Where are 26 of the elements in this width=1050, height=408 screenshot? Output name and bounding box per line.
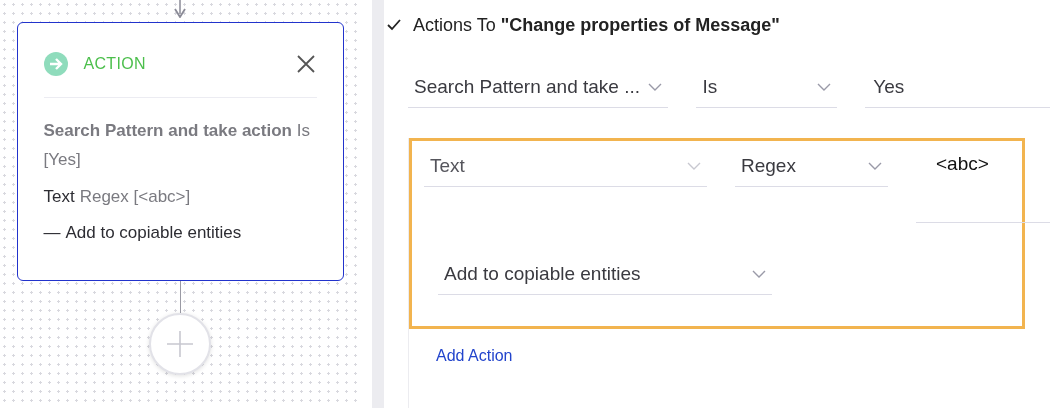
chevron-down-icon — [687, 161, 701, 170]
operator-dropdown[interactable]: Regex — [735, 145, 888, 187]
field-dropdown[interactable]: Search Pattern and take ... — [408, 66, 669, 108]
chevron-down-icon — [868, 161, 882, 170]
value-field[interactable]: Yes — [865, 66, 1050, 108]
action-dropdown[interactable]: Add to copiable entities — [438, 253, 772, 295]
operator-dropdown[interactable]: Is — [696, 66, 838, 108]
chevron-down-icon — [752, 269, 766, 278]
action-text: Add to copiable entities — [65, 222, 242, 244]
chevron-down-icon — [648, 82, 663, 91]
node-type-label: ACTION — [83, 55, 146, 73]
chevron-down-icon — [817, 82, 832, 91]
close-icon — [296, 55, 315, 73]
section-title: Actions To "Change properties of Message" — [413, 14, 780, 36]
condition-text: Regex [<abc>] — [79, 186, 191, 208]
dash-marker: — — [43, 222, 61, 244]
action-card[interactable]: ACTION Search Pattern and take action Is [Yes] Text Regex [<abc>] — Add to copiable entities — [16, 22, 344, 281]
connector-arrow — [174, 0, 186, 18]
add-node-button[interactable] — [149, 313, 211, 375]
plus-icon — [167, 331, 193, 357]
add-action-link[interactable]: Add Action — [436, 347, 513, 365]
arrow-circle-icon — [43, 52, 68, 76]
value-field[interactable]: <abc> — [916, 145, 1050, 223]
condition-summary: Search Pattern and take action Is [Yes] — [43, 120, 311, 171]
field-name: Text — [43, 186, 75, 208]
field-dropdown[interactable]: Text — [424, 145, 707, 187]
